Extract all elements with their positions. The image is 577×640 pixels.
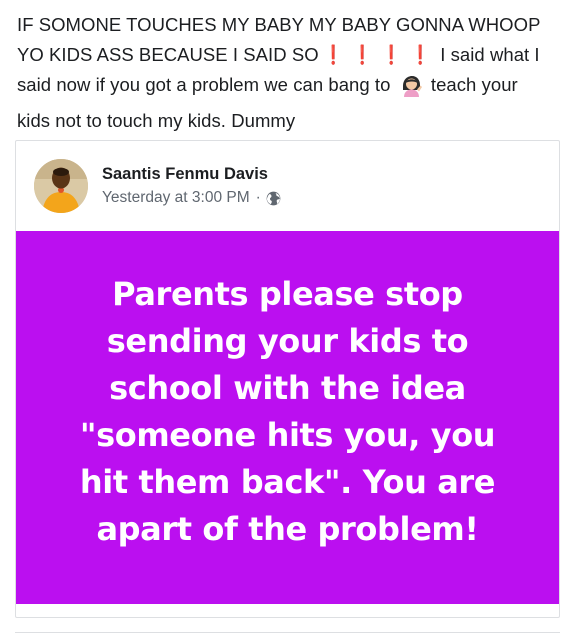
post-meta: Yesterday at 3:00 PM · (102, 189, 281, 207)
exclamation-icon: ❗ (382, 44, 401, 65)
panel-text-line: "someone hits you, you (79, 415, 496, 454)
text-background-panel: Parents please stop sending your kids to… (16, 231, 559, 604)
post-text-line-4: kids not to touch my kids. Dummy (17, 110, 296, 131)
shared-post-header: Saantis Fenmu Davis Yesterday at 3:00 PM… (16, 141, 559, 231)
author-name[interactable]: Saantis Fenmu Davis (102, 165, 268, 184)
post-text-line-1: IF SOMONE TOUCHES MY BABY MY BABY GONNA … (17, 14, 541, 35)
globe-icon[interactable] (266, 191, 281, 206)
post-text-line-2-start: YO KIDS ASS BECAUSE I SAID SO (17, 44, 319, 65)
panel-text: Parents please stop sending your kids to… (79, 271, 496, 553)
post-text-line-3: said now if you got a problem we can ban… (17, 70, 562, 106)
meta-separator: · (255, 189, 261, 206)
bottom-divider (15, 632, 560, 633)
post-text-line-2: YO KIDS ASS BECAUSE I SAID SO ❗ ❗ ❗ ❗ I said… (17, 40, 562, 70)
exclamation-icon: ❗ (323, 44, 343, 65)
timestamp[interactable]: Yesterday at 3:00 PM (102, 189, 250, 207)
panel-text-line: hit them back". You are (79, 462, 496, 501)
avatar[interactable] (34, 159, 88, 213)
exclamation-icon: ❗ (411, 44, 430, 65)
post-text: IF SOMONE TOUCHES MY BABY MY BABY GONNA … (17, 10, 562, 136)
woman-tipping-hand-icon (399, 73, 423, 106)
exclamation-icon: ❗ (353, 44, 372, 65)
post-text-line-3-start: said now if you got a problem we can ban… (17, 74, 391, 95)
panel-text-line: apart of the problem! (96, 509, 479, 548)
shared-post-card[interactable]: Saantis Fenmu Davis Yesterday at 3:00 PM… (15, 140, 560, 618)
panel-text-line: Parents please stop (112, 274, 463, 313)
panel-text-line: sending your kids to (106, 321, 469, 360)
panel-text-line: school with the idea (109, 368, 466, 407)
post-text-line-2-end: I said what I (440, 44, 540, 65)
post-text-line-3-end: teach your (430, 74, 518, 95)
